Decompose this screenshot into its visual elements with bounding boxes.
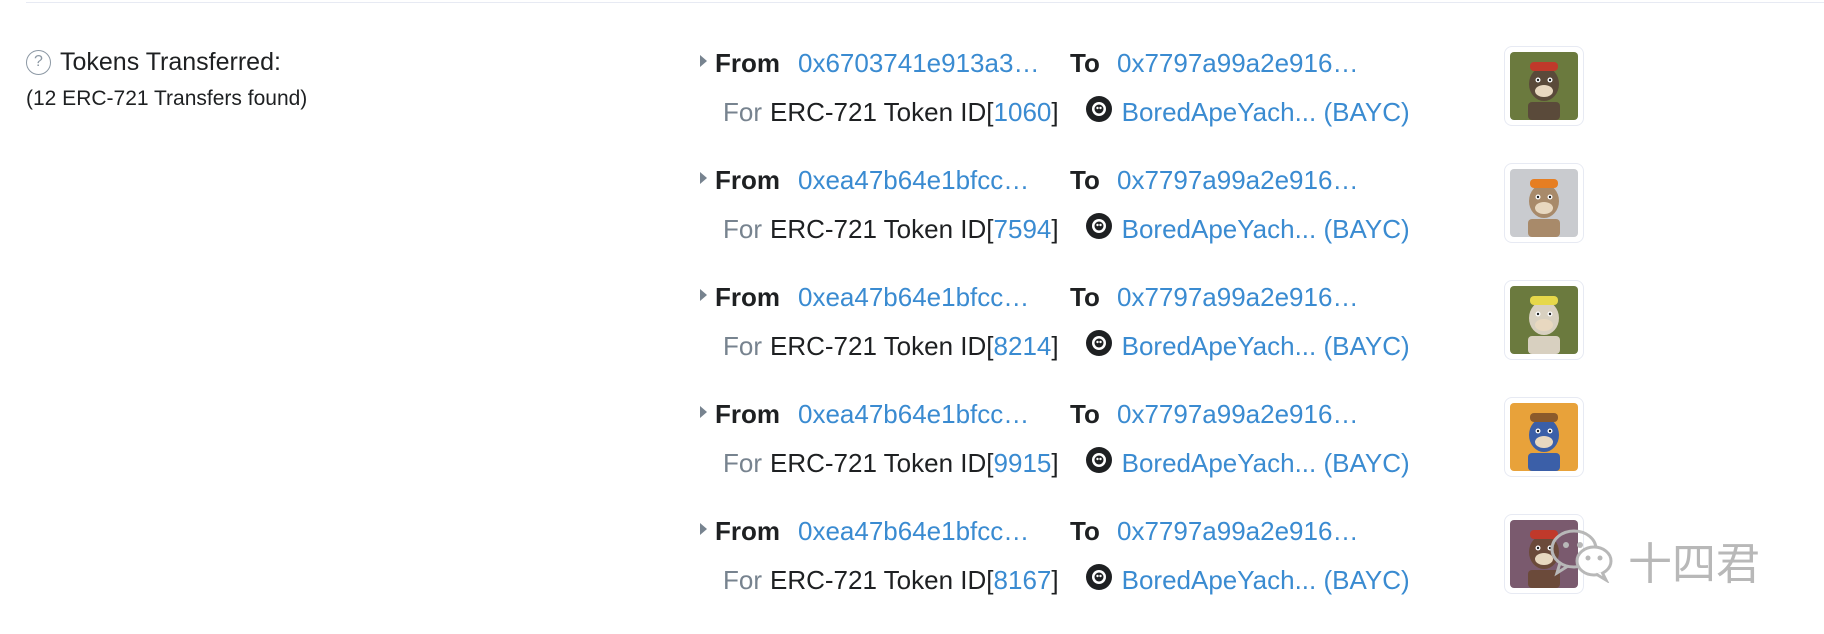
- section-title: Tokens Transferred:: [60, 48, 281, 76]
- to-label: To: [1070, 281, 1100, 312]
- from-address-link[interactable]: 0x6703741e913a3…: [798, 48, 1060, 79]
- from-label: From: [715, 281, 780, 312]
- nft-thumbnail[interactable]: [1504, 163, 1584, 243]
- nft-thumbnail[interactable]: [1504, 46, 1584, 126]
- for-label: For: [723, 213, 762, 244]
- transfer-row: From 0x6703741e913a3… To 0x7797a99a2e916…: [700, 44, 1600, 161]
- from-label: From: [715, 398, 780, 429]
- close-bracket: ]: [1051, 447, 1059, 478]
- transfer-count: (12 ERC-721 Transfers found): [26, 87, 308, 110]
- token-name-link[interactable]: BoredApeYach... (BAYC): [1122, 214, 1410, 245]
- from-address-link[interactable]: 0xea47b64e1bfcc…: [798, 165, 1060, 196]
- open-bracket: [: [986, 330, 994, 361]
- token-standard-label: ERC-721 Token ID: [770, 213, 987, 244]
- transfer-list: From 0x6703741e913a3… To 0x7797a99a2e916…: [700, 44, 1600, 629]
- token-name-link[interactable]: BoredApeYach... (BAYC): [1122, 331, 1410, 362]
- open-bracket: [: [986, 213, 994, 244]
- from-address-link[interactable]: 0xea47b64e1bfcc…: [798, 516, 1060, 547]
- close-bracket: ]: [1051, 213, 1059, 244]
- expand-caret-icon[interactable]: [700, 55, 707, 67]
- from-label: From: [715, 47, 780, 78]
- to-address-link[interactable]: 0x7797a99a2e916…: [1117, 516, 1379, 547]
- bayc-logo-icon: [1085, 96, 1112, 122]
- open-bracket: [: [986, 447, 994, 478]
- to-address-link[interactable]: 0x7797a99a2e916…: [1117, 48, 1379, 79]
- token-id-link[interactable]: 8167: [994, 565, 1052, 596]
- ape-image: [1510, 52, 1578, 120]
- close-bracket: ]: [1051, 330, 1059, 361]
- token-id-link[interactable]: 7594: [994, 214, 1052, 245]
- token-standard-label: ERC-721 Token ID: [770, 96, 987, 127]
- watermark: 十四君: [1548, 525, 1760, 594]
- close-bracket: ]: [1051, 96, 1059, 127]
- ape-image: [1510, 286, 1578, 354]
- for-label: For: [723, 330, 762, 361]
- divider: [26, 2, 1824, 3]
- expand-caret-icon[interactable]: [700, 172, 707, 184]
- transfer-row: From 0xea47b64e1bfcc… To 0x7797a99a2e916…: [700, 161, 1600, 278]
- nft-thumbnail[interactable]: [1504, 280, 1584, 360]
- transfer-row: From 0xea47b64e1bfcc… To 0x7797a99a2e916…: [700, 395, 1600, 512]
- transfer-row: From 0xea47b64e1bfcc… To 0x7797a99a2e916…: [700, 512, 1600, 629]
- expand-caret-icon[interactable]: [700, 406, 707, 418]
- token-name-link[interactable]: BoredApeYach... (BAYC): [1122, 97, 1410, 128]
- from-label: From: [715, 515, 780, 546]
- watermark-text: 十四君: [1628, 539, 1760, 589]
- to-label: To: [1070, 515, 1100, 546]
- bayc-logo-icon: [1085, 213, 1112, 239]
- page: ? Tokens Transferred: (12 ERC-721 Transf…: [0, 0, 1824, 634]
- ape-image: [1510, 403, 1578, 471]
- close-bracket: ]: [1051, 564, 1059, 595]
- token-id-link[interactable]: 9915: [994, 448, 1052, 479]
- from-address-link[interactable]: 0xea47b64e1bfcc…: [798, 399, 1060, 430]
- for-label: For: [723, 564, 762, 595]
- to-label: To: [1070, 398, 1100, 429]
- wechat-icon: [1548, 525, 1614, 594]
- token-id-link[interactable]: 8214: [994, 331, 1052, 362]
- to-label: To: [1070, 47, 1100, 78]
- nft-thumbnail[interactable]: [1504, 397, 1584, 477]
- for-label: For: [723, 447, 762, 478]
- open-bracket: [: [986, 564, 994, 595]
- token-standard-label: ERC-721 Token ID: [770, 564, 987, 595]
- to-address-link[interactable]: 0x7797a99a2e916…: [1117, 165, 1379, 196]
- bayc-logo-icon: [1085, 330, 1112, 356]
- token-standard-label: ERC-721 Token ID: [770, 330, 987, 361]
- from-address-link[interactable]: 0xea47b64e1bfcc…: [798, 282, 1060, 313]
- to-address-link[interactable]: 0x7797a99a2e916…: [1117, 282, 1379, 313]
- transfer-row: From 0xea47b64e1bfcc… To 0x7797a99a2e916…: [700, 278, 1600, 395]
- open-bracket: [: [986, 96, 994, 127]
- token-name-link[interactable]: BoredApeYach... (BAYC): [1122, 448, 1410, 479]
- for-label: For: [723, 96, 762, 127]
- question-mark-icon[interactable]: ?: [26, 50, 51, 75]
- expand-caret-icon[interactable]: [700, 289, 707, 301]
- token-name-link[interactable]: BoredApeYach... (BAYC): [1122, 565, 1410, 596]
- bayc-logo-icon: [1085, 564, 1112, 590]
- token-id-link[interactable]: 1060: [994, 97, 1052, 128]
- expand-caret-icon[interactable]: [700, 523, 707, 535]
- bayc-logo-icon: [1085, 447, 1112, 473]
- ape-image: [1510, 169, 1578, 237]
- tokens-transferred-label: ? Tokens Transferred: (12 ERC-721 Transf…: [26, 48, 307, 111]
- token-standard-label: ERC-721 Token ID: [770, 447, 987, 478]
- to-label: To: [1070, 164, 1100, 195]
- from-label: From: [715, 164, 780, 195]
- to-address-link[interactable]: 0x7797a99a2e916…: [1117, 399, 1379, 430]
